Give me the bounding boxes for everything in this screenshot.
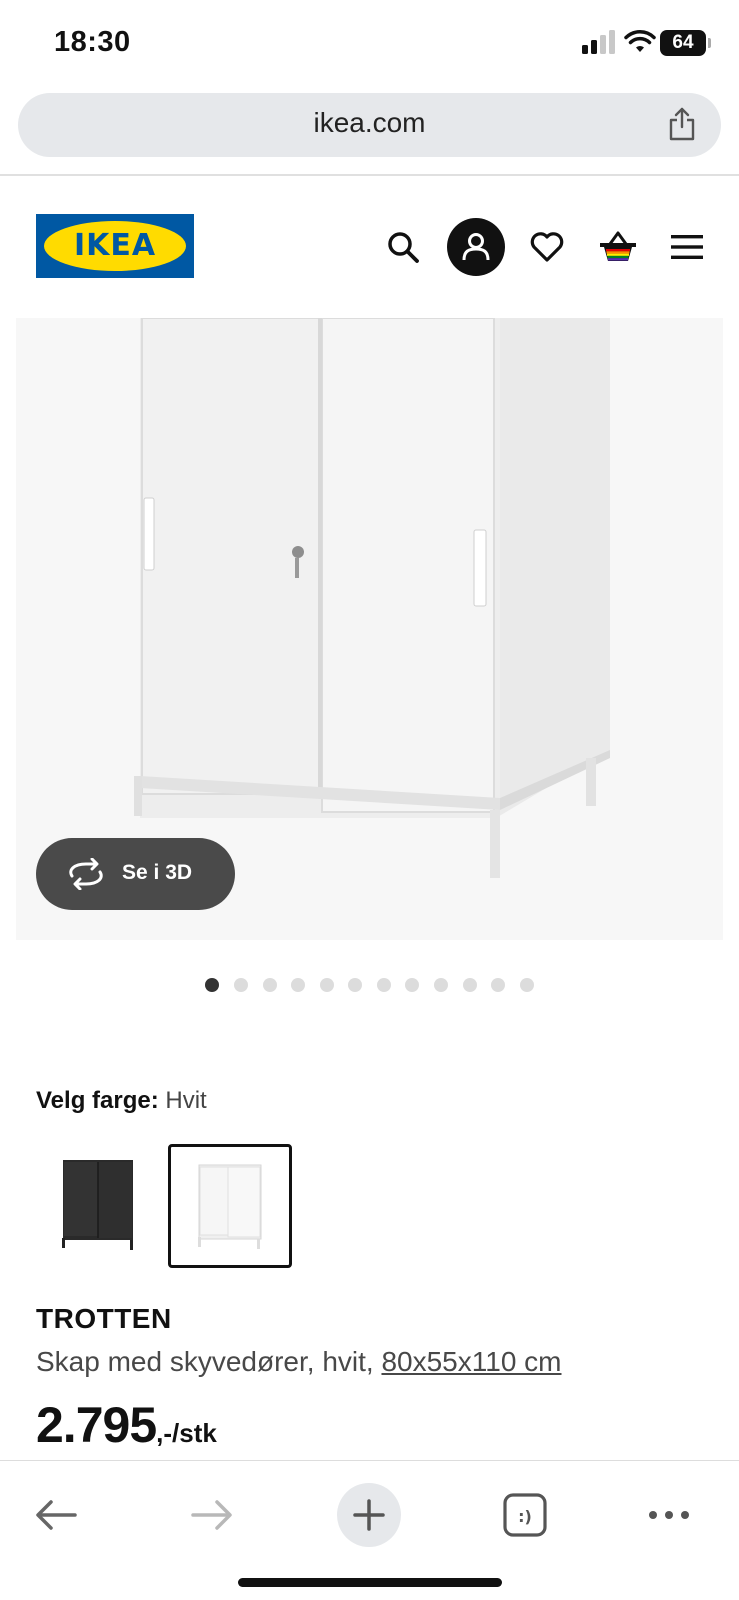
more-button[interactable]: [637, 1483, 701, 1547]
pagination-dot[interactable]: [263, 978, 277, 992]
pagination-dot[interactable]: [434, 978, 448, 992]
logo-text: IKEA: [73, 228, 157, 263]
address-bar[interactable]: ikea.com: [18, 93, 721, 157]
home-indicator[interactable]: [238, 1578, 502, 1587]
profile-icon: [462, 233, 490, 261]
rotate-3d-icon: [69, 858, 103, 890]
pagination-dot[interactable]: [520, 978, 534, 992]
color-selector-label: Velg farge: Hvit: [36, 1087, 207, 1115]
menu-button[interactable]: [658, 218, 716, 276]
profile-button[interactable]: [447, 218, 505, 276]
battery-icon: 64: [660, 30, 711, 56]
pagination-dot[interactable]: [205, 978, 219, 992]
price-amount: 2.795: [36, 1397, 157, 1453]
wifi-icon: [624, 30, 656, 52]
status-time: 18:30: [54, 26, 131, 58]
product-name: TROTTEN: [36, 1303, 172, 1334]
favourites-button[interactable]: [518, 218, 576, 276]
menu-icon: [671, 235, 703, 259]
pagination-dot[interactable]: [348, 978, 362, 992]
more-icon: [649, 1511, 689, 1519]
color-swatch-black[interactable]: [36, 1144, 160, 1268]
url-text[interactable]: ikea.com: [18, 107, 721, 139]
pagination-dot[interactable]: [234, 978, 248, 992]
black-cabinet-thumbnail: [62, 1160, 133, 1250]
product-dimensions-link[interactable]: 80x55x110 cm: [381, 1346, 561, 1377]
see-in-3d-button[interactable]: Se i 3D: [36, 838, 235, 910]
color-label: Velg farge:: [36, 1087, 159, 1114]
image-pagination: [0, 978, 739, 992]
tabs-icon: :): [503, 1493, 547, 1537]
back-arrow-icon: [36, 1500, 77, 1530]
pagination-dot[interactable]: [291, 978, 305, 992]
product-price: 2.795,-/stk: [36, 1396, 217, 1454]
basket-button[interactable]: [589, 218, 647, 276]
product-description: Skap med skyvedører, hvit, 80x55x110 cm: [36, 1346, 562, 1378]
new-tab-button[interactable]: [337, 1483, 401, 1547]
status-bar: 18:30 64: [0, 0, 739, 88]
see-in-3d-label: Se i 3D: [122, 861, 193, 884]
basket-icon: [600, 231, 636, 261]
tabs-button[interactable]: :): [493, 1483, 557, 1547]
search-icon: [388, 232, 419, 263]
divider: [0, 174, 739, 176]
color-swatch-white[interactable]: [168, 1144, 292, 1268]
white-cabinet-thumbnail: [198, 1164, 262, 1249]
pagination-dot[interactable]: [405, 978, 419, 992]
pagination-dot[interactable]: [491, 978, 505, 992]
heart-icon: [530, 232, 564, 262]
share-icon[interactable]: [667, 107, 697, 141]
svg-text::): :): [518, 1507, 532, 1526]
color-value: Hvit: [165, 1087, 207, 1114]
pagination-dot[interactable]: [320, 978, 334, 992]
search-button[interactable]: [374, 218, 432, 276]
pagination-dot[interactable]: [463, 978, 477, 992]
pagination-dot[interactable]: [377, 978, 391, 992]
price-suffix: ,-/stk: [156, 1418, 217, 1448]
new-tab-icon: [353, 1499, 385, 1531]
back-button[interactable]: [24, 1483, 88, 1547]
forward-arrow-icon: [191, 1500, 232, 1530]
product-description-text: Skap med skyvedører, hvit,: [36, 1346, 374, 1377]
cellular-signal-icon: [582, 30, 615, 54]
forward-button[interactable]: [180, 1483, 244, 1547]
ikea-logo[interactable]: IKEA: [36, 214, 194, 278]
